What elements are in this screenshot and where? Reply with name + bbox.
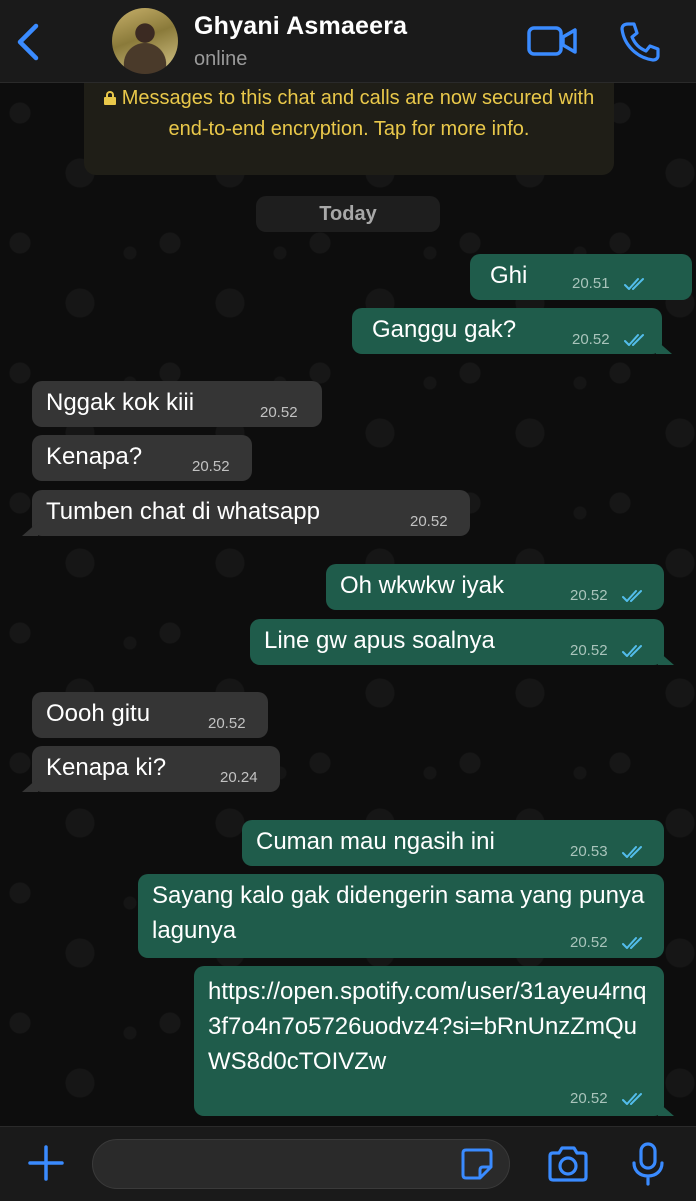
message-time: 20.52: [570, 934, 608, 951]
message-bubble-incoming[interactable]: Kenapa? 20.52: [32, 435, 252, 481]
composer-bar: [0, 1126, 696, 1201]
phone-icon: [620, 22, 660, 62]
message-input[interactable]: [92, 1139, 510, 1189]
message-text: Line gw apus soalnya: [264, 627, 495, 654]
message-text: Ghi: [490, 262, 528, 289]
message-time: 20.52: [570, 587, 608, 604]
message-time: 20.52: [570, 642, 608, 659]
double-check-icon: [624, 334, 644, 346]
message-text: Oooh gitu: [46, 700, 151, 727]
camera-icon: [548, 1146, 588, 1182]
message-bubble-outgoing[interactable]: Oh wkwkw iyak 20.52: [326, 564, 664, 610]
message-bubble-outgoing[interactable]: Cuman mau ngasih ini 20.53: [242, 820, 664, 866]
contact-status: online: [194, 48, 248, 70]
double-check-icon: [622, 645, 642, 657]
message-bubble-outgoing[interactable]: Ghi 20.51: [470, 254, 692, 300]
date-divider: Today: [256, 196, 440, 232]
camera-button[interactable]: [546, 1145, 590, 1183]
video-call-button[interactable]: [526, 22, 578, 60]
microphone-button[interactable]: [628, 1141, 668, 1187]
bubble-tail: [658, 651, 674, 665]
attach-button[interactable]: [26, 1143, 66, 1183]
message-bubble-incoming[interactable]: Tumben chat di whatsapp 20.52: [22, 490, 470, 536]
message-text: Tumben chat di whatsapp: [46, 498, 320, 525]
plus-icon: [28, 1145, 64, 1181]
message-link[interactable]: https://open.spotify.com/user/31ayeu4rnq…: [208, 974, 648, 1079]
message-time: 20.52: [208, 715, 246, 732]
message-text: Kenapa?: [46, 443, 143, 470]
message-bubble-outgoing[interactable]: https://open.spotify.com/user/31ayeu4rnq…: [194, 966, 674, 1116]
message-time: 20.24: [220, 769, 258, 786]
message-bubble-outgoing[interactable]: Sayang kalo gak didengerin sama yang pun…: [138, 874, 664, 958]
message-time: 20.52: [260, 404, 298, 421]
back-chevron-icon: [17, 23, 39, 61]
message-time: 20.52: [410, 513, 448, 530]
bubble-tail: [656, 340, 672, 354]
message-time: 20.52: [572, 331, 610, 348]
message-text: Cuman mau ngasih ini: [256, 828, 495, 855]
contact-avatar[interactable]: [112, 8, 178, 74]
double-check-icon: [622, 590, 642, 602]
message-text: Ganggu gak?: [372, 316, 517, 343]
contact-name[interactable]: Ghyani Asmaeera: [194, 12, 407, 41]
message-bubble-outgoing[interactable]: Line gw apus soalnya 20.52: [250, 619, 674, 665]
voice-call-button[interactable]: [618, 20, 662, 62]
message-bubble-incoming[interactable]: Kenapa ki? 20.24: [22, 746, 280, 792]
message-text: Nggak kok kiii: [46, 389, 195, 416]
bubble-tail: [658, 1102, 674, 1116]
message-time: 20.52: [570, 1090, 608, 1107]
bubble-tail: [22, 522, 38, 536]
message-bubble-outgoing[interactable]: Ganggu gak? 20.52: [352, 308, 672, 354]
double-check-icon: [622, 937, 642, 949]
message-text: Oh wkwkw iyak: [340, 572, 505, 599]
double-check-icon: [624, 278, 644, 290]
encryption-notice[interactable]: Messages to this chat and calls are now …: [84, 83, 614, 175]
message-text: Kenapa ki?: [46, 754, 167, 781]
double-check-icon: [622, 1093, 642, 1105]
video-call-icon: [527, 26, 577, 56]
message-time: 20.51: [572, 275, 610, 292]
microphone-icon: [632, 1142, 664, 1186]
message-time: 20.53: [570, 843, 608, 860]
sticker-icon: [461, 1148, 493, 1180]
chat-header: Ghyani Asmaeera online: [0, 0, 696, 83]
bubble-tail: [22, 778, 38, 792]
message-bubble-incoming[interactable]: Oooh gitu 20.52: [32, 692, 268, 738]
lock-icon: [103, 91, 116, 105]
message-time: 20.52: [192, 458, 230, 475]
message-bubble-incoming[interactable]: Nggak kok kiii 20.52: [32, 381, 322, 427]
encryption-notice-text: Messages to this chat and calls are now …: [121, 87, 595, 140]
sticker-button[interactable]: [460, 1147, 494, 1181]
double-check-icon: [622, 846, 642, 858]
back-button[interactable]: [12, 22, 48, 62]
